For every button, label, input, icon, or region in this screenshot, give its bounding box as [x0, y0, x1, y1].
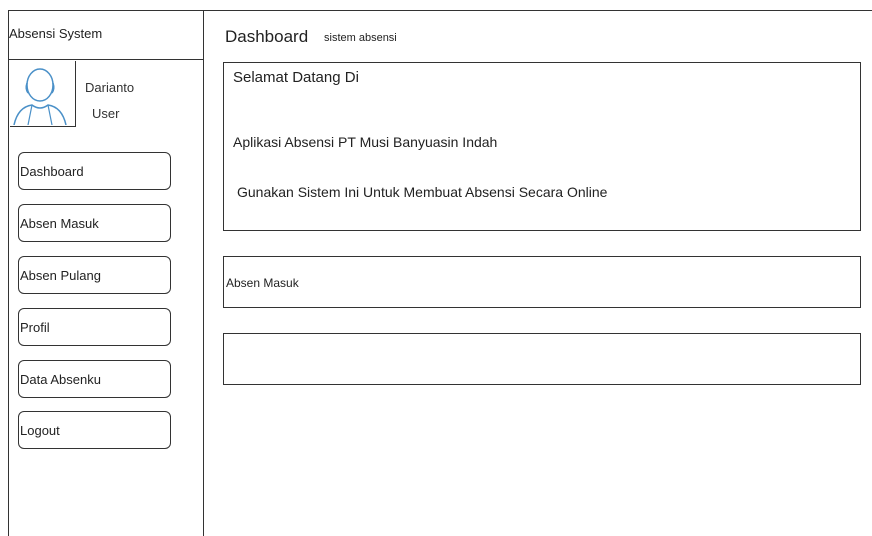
page-title: Dashboard [225, 27, 309, 46]
page-subtitle: sistem absensi [324, 32, 397, 44]
user-role: User [92, 106, 120, 121]
absen-masuk-panel[interactable]: Absen Masuk [223, 256, 861, 308]
avatar [10, 61, 76, 127]
welcome-greeting: Selamat Datang Di [233, 69, 359, 86]
user-name: Darianto [85, 80, 135, 95]
app-title: Absensi System [8, 10, 203, 60]
user-avatar-icon [13, 68, 67, 126]
empty-panel [223, 333, 861, 385]
sidebar-item-logout[interactable]: Logout [18, 411, 171, 449]
welcome-panel: Selamat Datang Di Aplikasi Absensi PT Mu… [223, 62, 861, 231]
sidebar-item-profil[interactable]: Profil [18, 308, 171, 346]
sidebar-item-dashboard[interactable]: Dashboard [18, 152, 171, 190]
sidebar: Absensi System Darianto User Dashboard A… [8, 10, 204, 536]
sidebar-item-data-absenku[interactable]: Data Absenku [18, 360, 171, 398]
welcome-app-name: Aplikasi Absensi PT Musi Banyuasin Indah [233, 134, 498, 150]
sidebar-item-absen-masuk[interactable]: Absen Masuk [18, 204, 171, 242]
welcome-instruction: Gunakan Sistem Ini Untuk Membuat Absensi… [237, 184, 608, 200]
sidebar-item-absen-pulang[interactable]: Absen Pulang [18, 256, 171, 294]
